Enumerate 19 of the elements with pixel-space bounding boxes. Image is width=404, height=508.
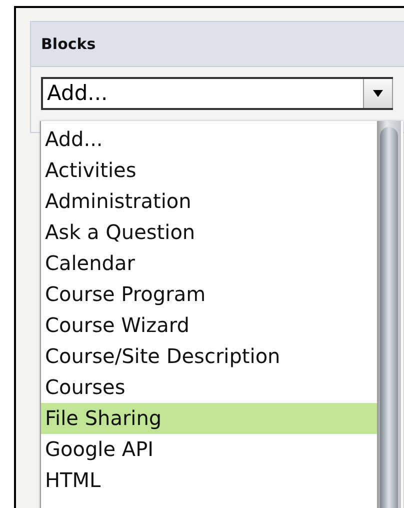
dropdown-option[interactable]: Activities (41, 155, 377, 186)
dropdown-option[interactable]: Ask a Question (41, 217, 377, 248)
dropdown-option[interactable]: Course/Site Description (41, 341, 377, 372)
dropdown-option[interactable]: Add... (41, 124, 377, 155)
scrollbar-thumb[interactable] (380, 127, 398, 508)
dropdown-button[interactable] (363, 79, 393, 108)
dropdown-option[interactable]: Courses (41, 372, 377, 403)
dropdown-option[interactable]: Course Program (41, 279, 377, 310)
dropdown-option[interactable]: Course Wizard (41, 310, 377, 341)
select-value: Add... (46, 80, 109, 107)
dropdown-option[interactable]: HTML (41, 465, 377, 496)
dropdown-option[interactable]: Administration (41, 186, 377, 217)
caret-icon (373, 90, 383, 97)
dropdown-option[interactable]: Google API (41, 434, 377, 465)
dropdown-option[interactable]: Calendar (41, 248, 377, 279)
panel-title: Blocks (41, 35, 96, 53)
scrollbar-track[interactable] (377, 121, 401, 508)
add-block-select[interactable]: Add... (41, 77, 393, 110)
dropdown-option[interactable]: File Sharing (41, 403, 377, 434)
